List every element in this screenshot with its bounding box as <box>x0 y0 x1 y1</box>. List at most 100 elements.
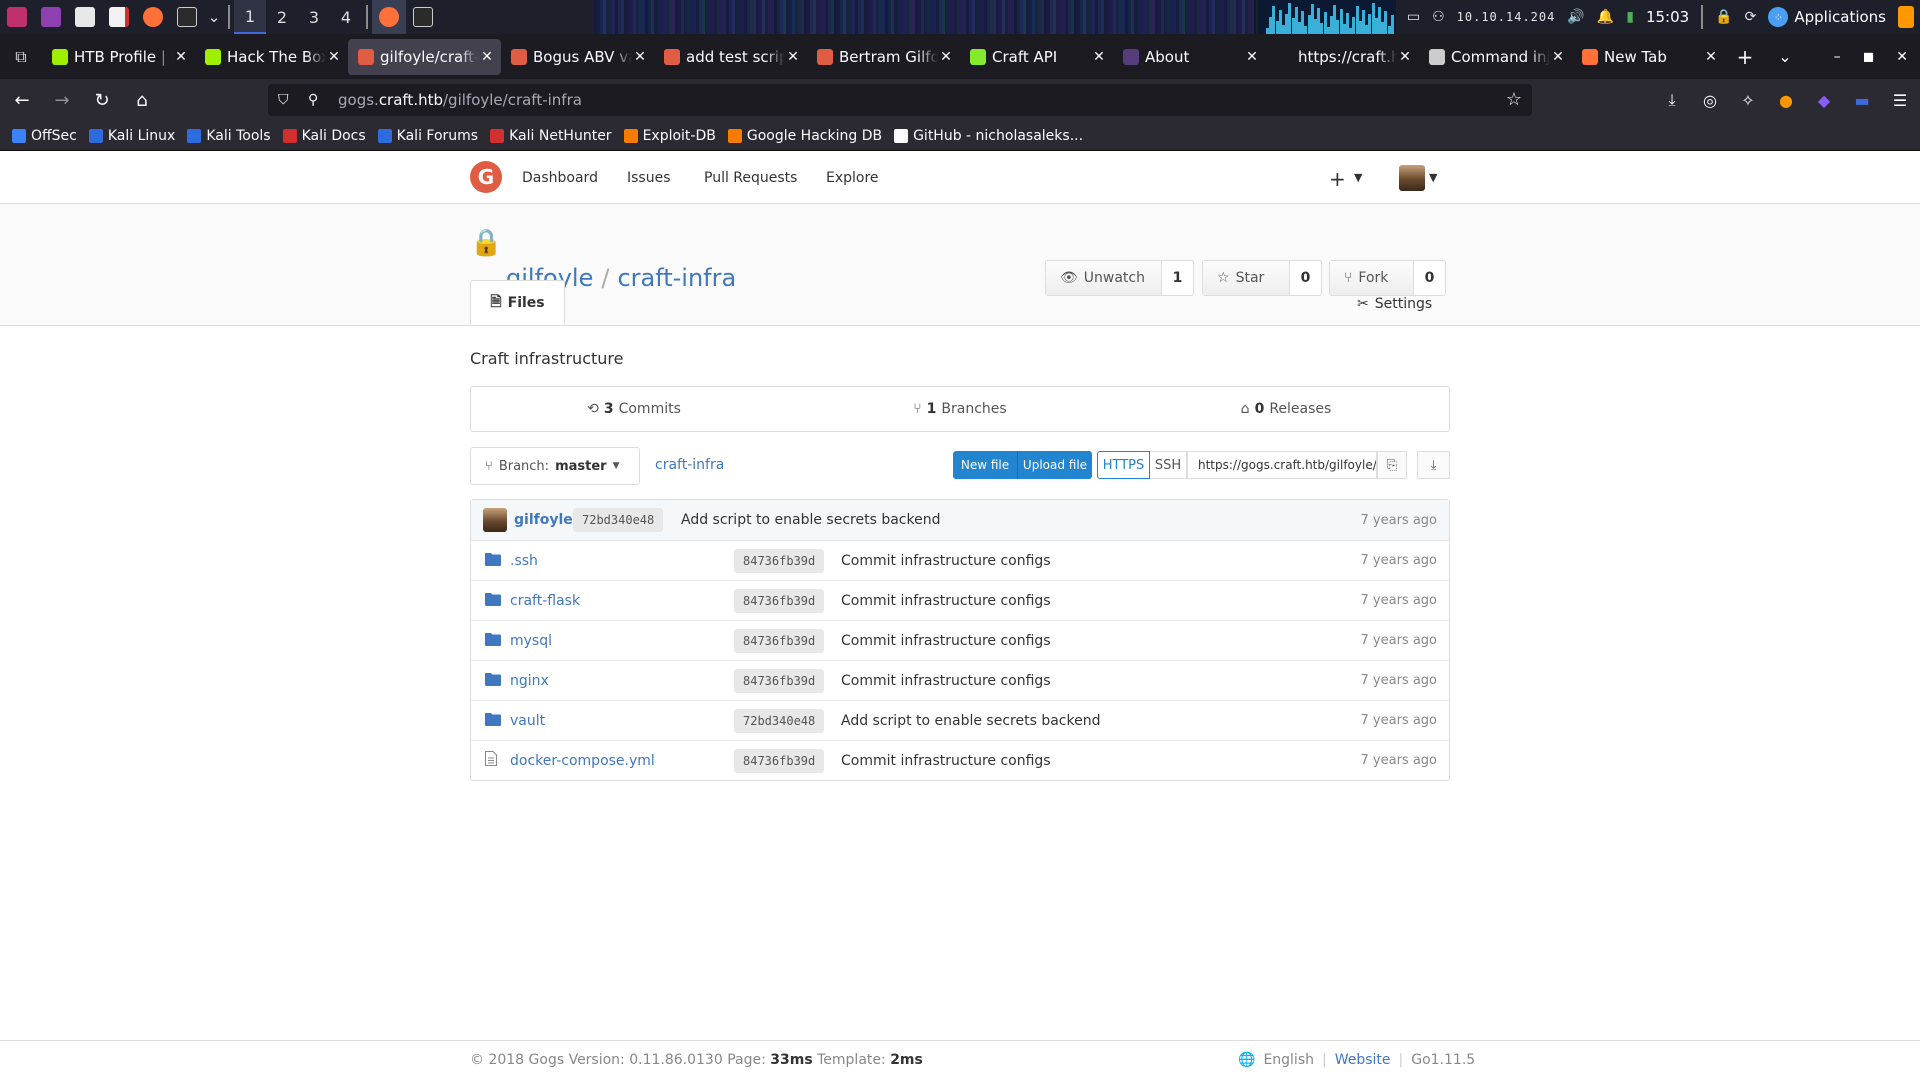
file-name-link[interactable]: nginx <box>510 673 549 689</box>
new-file-button[interactable]: New file <box>953 451 1017 479</box>
tab-close-icon[interactable]: ✕ <box>632 49 648 65</box>
file-commit-message[interactable]: Commit infrastructure configs <box>841 593 1051 609</box>
browser-tab[interactable]: Command inje ✕ <box>1419 39 1572 75</box>
display-icon[interactable]: ▭ <box>1407 9 1420 25</box>
gogs-logo-icon[interactable]: G <box>470 161 502 193</box>
download-icon[interactable]: ⤓ <box>1417 451 1450 479</box>
website-link[interactable]: Website <box>1335 1052 1391 1068</box>
extension-foxyproxy-icon[interactable]: ▬ <box>1850 88 1874 112</box>
home-icon[interactable]: ⌂ <box>124 84 160 116</box>
tab-overview-icon[interactable]: ⧉ <box>0 34 42 79</box>
volume-icon[interactable]: 🔊 <box>1567 9 1584 25</box>
file-manager-icon[interactable] <box>68 0 102 34</box>
tab-close-icon[interactable]: ✕ <box>785 49 801 65</box>
watch-count[interactable]: 1 <box>1161 261 1193 295</box>
nav-explore[interactable]: Explore <box>826 151 879 204</box>
extension-cookie-icon[interactable]: ● <box>1774 88 1798 112</box>
file-commit-message[interactable]: Commit infrastructure configs <box>841 553 1051 569</box>
star-count[interactable]: 0 <box>1289 261 1321 295</box>
browser-tab[interactable]: Craft API ✕ <box>960 39 1113 75</box>
tab-close-icon[interactable]: ✕ <box>938 49 954 65</box>
file-name-link[interactable]: craft-flask <box>510 593 580 609</box>
user-avatar[interactable] <box>1399 165 1425 191</box>
upload-file-button[interactable]: Upload file <box>1017 451 1092 479</box>
browser-tab[interactable]: HTB Profile | H ✕ <box>42 39 195 75</box>
nav-pull-requests[interactable]: Pull Requests <box>704 151 797 204</box>
file-commit-sha[interactable]: 84736fb39d <box>734 588 825 613</box>
fork-count[interactable]: 0 <box>1413 261 1445 295</box>
reload-icon[interactable]: ↻ <box>84 84 120 116</box>
logout-icon[interactable]: ⟳ <box>1745 9 1757 25</box>
forward-arrow-icon[interactable]: → <box>44 84 80 116</box>
flame-icon[interactable] <box>1898 6 1914 28</box>
file-commit-message[interactable]: Commit infrastructure configs <box>841 753 1051 769</box>
bookmark-item[interactable]: Kali Tools <box>187 128 271 144</box>
battery-icon[interactable]: ▮ <box>1626 9 1634 25</box>
clone-url-input[interactable]: https://gogs.craft.htb/gilfoyle/craft-in… <box>1187 451 1377 479</box>
file-name-link[interactable]: docker-compose.yml <box>510 753 655 769</box>
committer-link[interactable]: gilfoyle <box>514 512 573 528</box>
tab-close-icon[interactable]: ✕ <box>1397 49 1413 65</box>
copy-clipboard-icon[interactable]: ⎘ <box>1377 451 1407 479</box>
terminal-launcher-icon[interactable] <box>34 0 68 34</box>
tab-close-icon[interactable]: ✕ <box>1244 49 1260 65</box>
back-arrow-icon[interactable]: ← <box>4 84 40 116</box>
unwatch-button[interactable]: 👁 Unwatch <box>1046 261 1161 295</box>
close-window-icon[interactable]: ✕ <box>1896 49 1908 65</box>
bookmark-item[interactable]: GitHub - nicholasaleks... <box>894 128 1083 144</box>
tab-close-icon[interactable]: ✕ <box>173 49 189 65</box>
file-commit-sha[interactable]: 84736fb39d <box>734 548 825 573</box>
text-editor-icon[interactable] <box>102 0 136 34</box>
tab-close-icon[interactable]: ✕ <box>1703 49 1719 65</box>
fork-button[interactable]: ⑂ Fork <box>1330 261 1413 295</box>
notifications-icon[interactable]: 🔔 <box>1597 9 1614 25</box>
maximize-window-icon[interactable]: ◼ <box>1863 49 1875 65</box>
https-clone-toggle[interactable]: HTTPS <box>1097 451 1150 479</box>
file-commit-sha[interactable]: 72bd340e48 <box>734 708 825 733</box>
extensions-icon[interactable]: ✧ <box>1736 88 1760 112</box>
create-new-plus-icon[interactable]: + <box>1329 167 1346 191</box>
url-bar[interactable]: ⛉ ⚲ gogs. craft.htb/gilfoyle/craft-infra … <box>268 84 1532 116</box>
branch-selector[interactable]: ⑂ Branch: master ▼ <box>470 447 640 485</box>
nav-dashboard[interactable]: Dashboard <box>522 151 598 204</box>
workspace-4[interactable]: 4 <box>330 0 362 34</box>
browser-tab[interactable]: add test script ✕ <box>654 39 807 75</box>
firefox-window-icon[interactable] <box>372 0 406 34</box>
latest-commit-sha[interactable]: 72bd340e48 <box>573 508 664 532</box>
tab-close-icon[interactable]: ✕ <box>479 49 495 65</box>
browser-tab[interactable]: gilfoyle/craft-i ✕ <box>348 38 501 75</box>
bookmark-item[interactable]: OffSec <box>12 128 77 144</box>
file-commit-sha[interactable]: 84736fb39d <box>734 748 825 773</box>
bookmark-item[interactable]: Kali Docs <box>282 128 366 144</box>
kali-menu-icon[interactable] <box>0 0 34 34</box>
downloads-icon[interactable]: ⤓ <box>1660 88 1684 112</box>
committer-avatar[interactable] <box>483 508 507 532</box>
extension-hacktools-icon[interactable]: ◆ <box>1812 88 1836 112</box>
page-info-icon[interactable]: ⚲ <box>308 92 330 108</box>
nav-issues[interactable]: Issues <box>627 151 671 204</box>
breadcrumb-repo-link[interactable]: craft-infra <box>655 457 724 473</box>
terminal-icon[interactable] <box>170 0 204 34</box>
tab-files[interactable]: 🗎 Files <box>470 280 565 325</box>
account-icon[interactable]: ◎ <box>1698 88 1722 112</box>
browser-tab[interactable]: Bertram Gilfoy ✕ <box>807 39 960 75</box>
commits-stat[interactable]: ⟲ 3 Commits <box>471 387 797 431</box>
bookmark-item[interactable]: Kali NetHunter <box>490 128 612 144</box>
chevron-down-icon[interactable]: ▼ <box>1354 171 1362 184</box>
clock[interactable]: 15:03 <box>1646 8 1689 26</box>
file-commit-message[interactable]: Commit infrastructure configs <box>841 633 1051 649</box>
ssh-clone-toggle[interactable]: SSH <box>1150 451 1187 479</box>
tab-list-chevron-icon[interactable]: ⌄ <box>1765 39 1805 75</box>
vpn-icon[interactable]: ⚇ <box>1432 9 1445 25</box>
language-selector[interactable]: English <box>1263 1052 1314 1068</box>
bookmark-item[interactable]: Kali Forums <box>377 128 478 144</box>
bookmark-item[interactable]: Kali Linux <box>88 128 175 144</box>
file-commit-sha[interactable]: 84736fb39d <box>734 628 825 653</box>
browser-tab[interactable]: Bogus ABV val ✕ <box>501 39 654 75</box>
file-commit-message[interactable]: Commit infrastructure configs <box>841 673 1051 689</box>
bookmark-item[interactable]: Google Hacking DB <box>727 128 882 144</box>
latest-commit-message[interactable]: Add script to enable secrets backend <box>681 512 940 528</box>
tab-close-icon[interactable]: ✕ <box>1550 49 1566 65</box>
file-name-link[interactable]: .ssh <box>510 553 538 569</box>
repo-name-link[interactable]: craft-infra <box>617 264 736 292</box>
